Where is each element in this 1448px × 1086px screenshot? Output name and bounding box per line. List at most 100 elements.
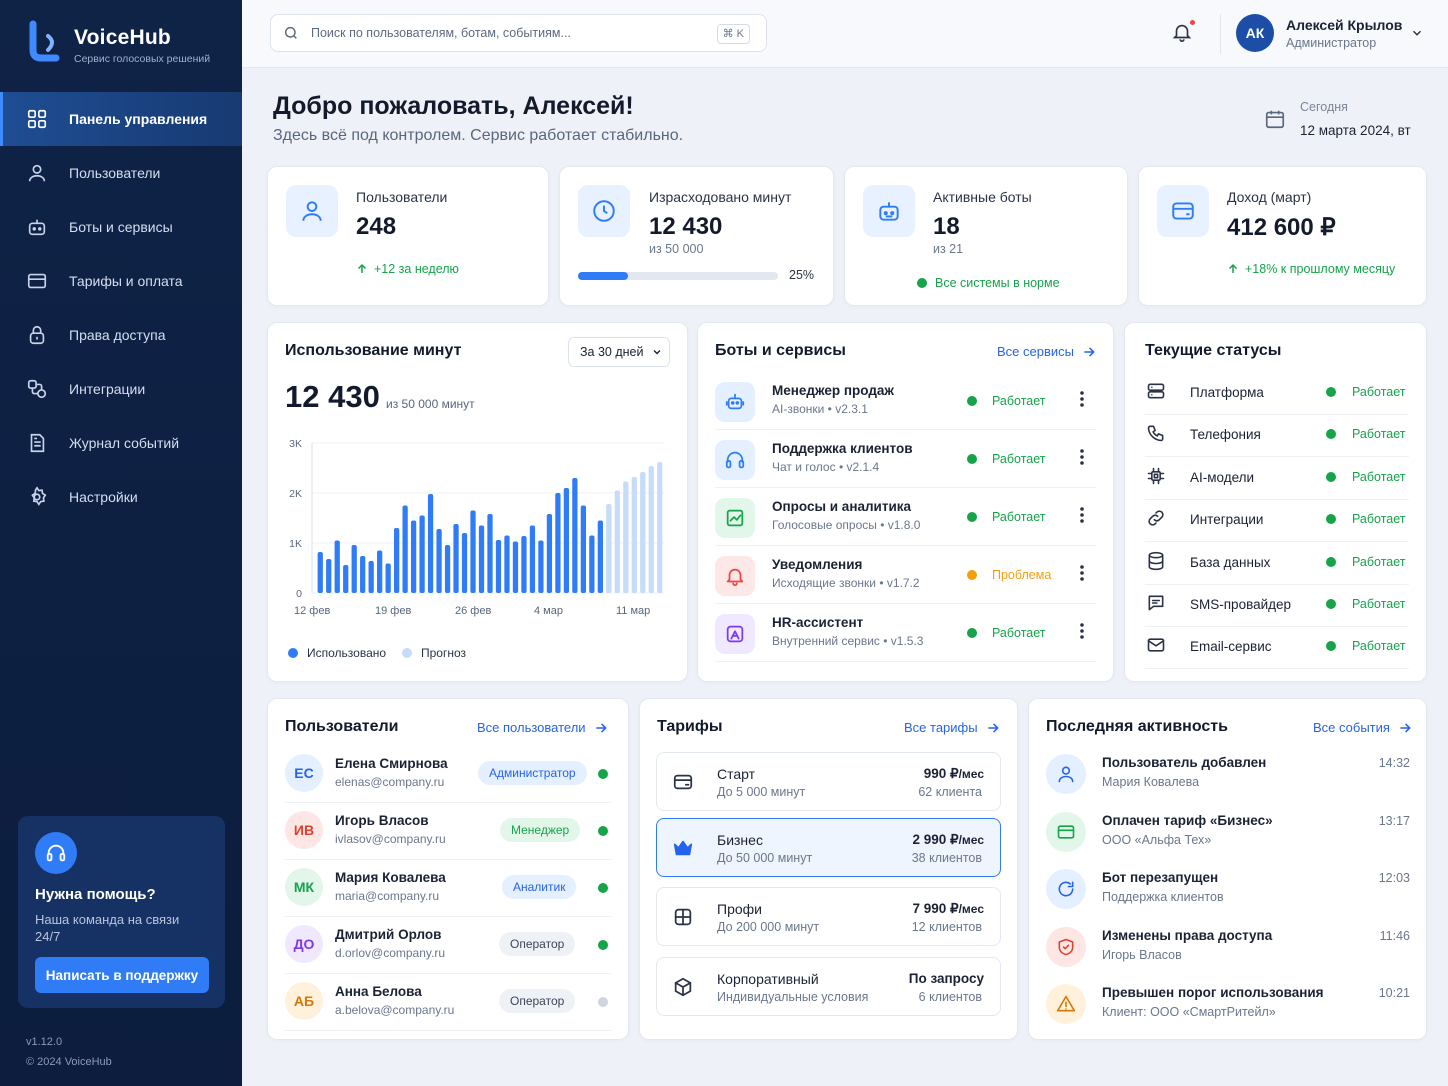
usage-bar[interactable]	[427, 494, 434, 593]
user-name[interactable]: Алексей Крылов	[1286, 17, 1402, 33]
sidebar-item-settings[interactable]: Настройки	[0, 470, 242, 524]
sidebar-item-integrations[interactable]: Интеграции	[0, 362, 242, 416]
plan-card[interactable]: Корпоративный Индивидуальные условия По …	[656, 957, 1001, 1016]
bot-row[interactable]: Менеджер продаж AI-звонки • v2.3.1 Работ…	[715, 374, 1096, 430]
usage-bar[interactable]	[368, 561, 374, 593]
all-users-link[interactable]: Все пользователи	[477, 720, 608, 735]
forecast-bar[interactable]	[648, 466, 654, 593]
all-events-link[interactable]: Все события	[1313, 720, 1412, 735]
usage-bar[interactable]	[538, 540, 544, 594]
plan-name: Профи	[717, 901, 762, 917]
usage-bar[interactable]	[529, 525, 536, 594]
more-options-icon[interactable]	[1079, 390, 1085, 408]
bot-row[interactable]: Поддержка клиентов Чат и голос • v2.1.4 …	[715, 432, 1096, 488]
usage-bar[interactable]	[444, 545, 451, 593]
usage-bar[interactable]	[546, 514, 553, 593]
sidebar-item-billing[interactable]: Тарифы и оплата	[0, 254, 242, 308]
bot-row[interactable]: HR-ассистент Внутренний сервис • v1.5.3 …	[715, 606, 1096, 662]
more-options-icon[interactable]	[1079, 622, 1085, 640]
wallet-icon	[1157, 185, 1209, 237]
sidebar-item-dashboard[interactable]: Панель управления	[0, 92, 242, 146]
status-row[interactable]: Телефония Работает	[1145, 415, 1409, 458]
usage-bar[interactable]	[419, 515, 425, 594]
list-item[interactable]: Пользователь добавлен Мария Ковалева 14:…	[1046, 749, 1410, 806]
usage-bar[interactable]	[402, 505, 408, 594]
usage-bar[interactable]	[521, 536, 527, 593]
all-plans-link[interactable]: Все тарифы	[904, 720, 1000, 735]
usage-bar[interactable]	[597, 520, 603, 594]
search-input[interactable]: Поиск по пользователям, ботам, событиям.…	[270, 14, 767, 52]
usage-bar[interactable]	[487, 514, 493, 593]
kpi-bots-card[interactable]: Активные боты 18 из 21 Все системы в нор…	[844, 166, 1128, 306]
chevron-down-icon[interactable]	[1410, 26, 1424, 40]
status-row[interactable]: База данных Работает	[1145, 543, 1409, 585]
status-row[interactable]: Email-сервис Работает	[1145, 627, 1409, 670]
forecast-bar[interactable]	[623, 481, 629, 594]
usage-bar[interactable]	[580, 505, 586, 594]
avatar[interactable]: АК	[1236, 14, 1274, 52]
usage-bar[interactable]	[360, 556, 366, 593]
usage-bar[interactable]	[394, 528, 400, 593]
forecast-bar[interactable]	[631, 477, 637, 593]
bot-row[interactable]: Опросы и аналитика Голосовые опросы • v1…	[715, 490, 1096, 546]
plan-card[interactable]: Профи До 200 000 минут 7 990 ₽/мес 12 кл…	[656, 887, 1001, 946]
status-row[interactable]: AI-модели Работает	[1145, 458, 1409, 500]
usage-bar[interactable]	[351, 545, 357, 593]
more-options-icon[interactable]	[1079, 448, 1085, 466]
sidebar-item-bots[interactable]: Боты и сервисы	[0, 200, 242, 254]
more-options-icon[interactable]	[1079, 506, 1085, 524]
table-row[interactable]: АБ Анна Белова a.belova@company.ru Опера…	[285, 974, 611, 1031]
forecast-bar[interactable]	[657, 462, 663, 593]
kpi-minutes-card[interactable]: Израсходовано минут 12 430 из 50 000 25%	[559, 166, 834, 306]
forecast-bar[interactable]	[606, 504, 612, 593]
usage-value: 12 430	[285, 379, 380, 414]
table-row[interactable]: ИВ Игорь Власов ivlasov@company.ru Менед…	[285, 803, 611, 860]
usage-bar[interactable]	[555, 493, 561, 593]
usage-bar[interactable]	[334, 540, 340, 594]
usage-bar[interactable]	[504, 535, 510, 594]
usage-bar[interactable]	[326, 559, 332, 593]
list-item[interactable]: Изменены права доступа Игорь Власов 11:4…	[1046, 922, 1410, 979]
brand-logo[interactable]: VoiceHub Сервис голосовых решений	[26, 20, 210, 65]
all-services-link[interactable]: Все сервисы	[997, 344, 1096, 359]
usage-bar[interactable]	[317, 552, 323, 593]
notifications-button[interactable]	[1171, 19, 1196, 49]
status-row[interactable]: Интеграции Работает	[1145, 500, 1409, 543]
table-row[interactable]: МК Мария Ковалева maria@company.ru Анали…	[285, 860, 611, 917]
usage-bar[interactable]	[478, 525, 485, 594]
sidebar-item-access[interactable]: Права доступа	[0, 308, 242, 362]
plan-card[interactable]: Старт До 5 000 минут 990 ₽/мес 62 клиент…	[656, 752, 1001, 811]
status-row[interactable]: SMS-провайдер Работает	[1145, 585, 1409, 627]
more-options-icon[interactable]	[1079, 564, 1085, 582]
usage-bar[interactable]	[410, 520, 417, 594]
usage-bar[interactable]	[563, 488, 570, 593]
usage-bar[interactable]	[377, 550, 383, 594]
kpi-revenue-card[interactable]: Доход (март) 412 600 ₽ +18% к прошлому м…	[1138, 166, 1427, 306]
usage-bar[interactable]	[470, 510, 476, 594]
list-item[interactable]: Превышен порог использования Клиент: ООО…	[1046, 979, 1410, 1036]
table-row[interactable]: ДО Дмитрий Орлов d.orlov@company.ru Опер…	[285, 917, 611, 974]
usage-bar[interactable]	[385, 563, 391, 594]
forecast-bar[interactable]	[640, 472, 646, 593]
plan-card[interactable]: Бизнес До 50 000 минут 2 990 ₽/мес 38 кл…	[656, 818, 1001, 877]
bot-row[interactable]: Уведомления Исходящие звонки • v1.7.2 Пр…	[715, 548, 1096, 604]
usage-bar[interactable]	[343, 565, 349, 593]
forecast-bar[interactable]	[614, 490, 620, 594]
usage-bar[interactable]	[436, 529, 442, 593]
usage-bar[interactable]	[572, 478, 578, 593]
usage-bar[interactable]	[495, 540, 502, 593]
sidebar-item-events[interactable]: Журнал событий	[0, 416, 242, 470]
kpi-users-card[interactable]: Пользователи 248 +12 за неделю	[267, 166, 549, 306]
usage-bar[interactable]	[589, 535, 595, 594]
status-row[interactable]: Платформа Работает	[1145, 373, 1409, 415]
help-text: Наша команда на связи 24/7	[35, 912, 180, 944]
table-row[interactable]: ЕС Елена Смирнова elenas@company.ru Адми…	[285, 746, 611, 803]
usage-bar[interactable]	[453, 524, 459, 593]
sidebar-item-users[interactable]: Пользователи	[0, 146, 242, 200]
usage-bar[interactable]	[461, 533, 468, 593]
period-select[interactable]: За 30 дней	[568, 337, 670, 367]
list-item[interactable]: Оплачен тариф «Бизнес» ООО «Альфа Тех» 1…	[1046, 807, 1410, 864]
contact-support-button[interactable]: Написать в поддержку	[35, 957, 209, 993]
usage-bar[interactable]	[512, 541, 519, 594]
list-item[interactable]: Бот перезапущен Поддержка клиентов 12:03	[1046, 864, 1410, 921]
